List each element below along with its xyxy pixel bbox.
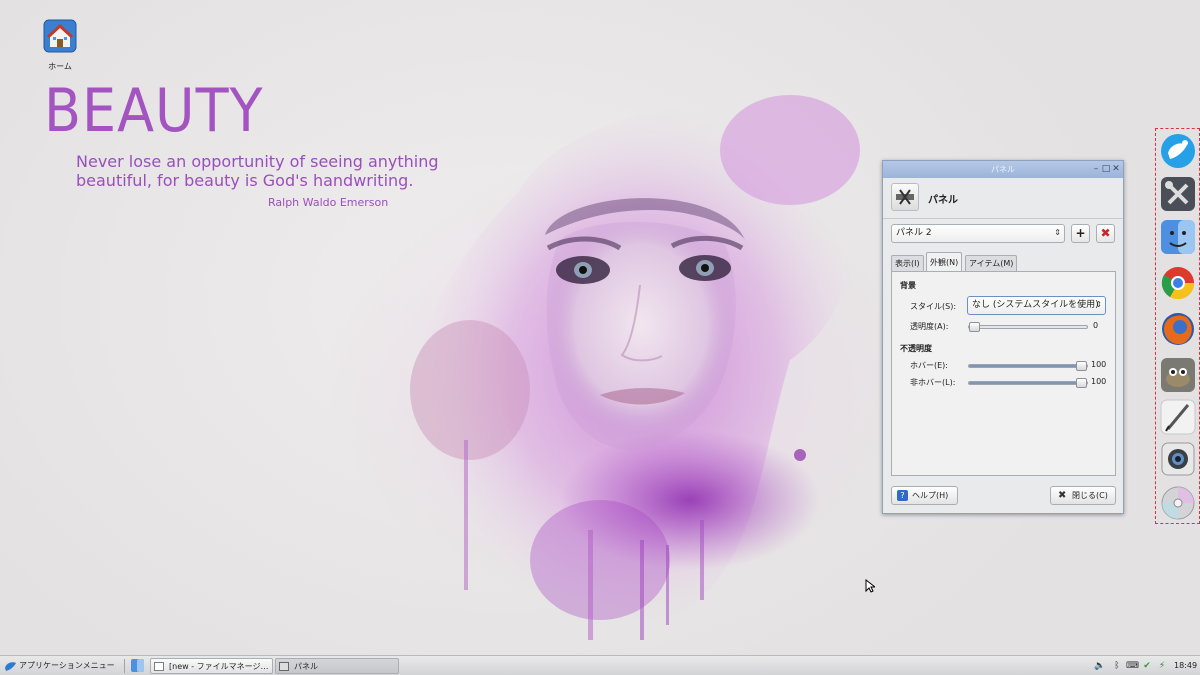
dock-item-settings[interactable]: [1160, 176, 1196, 212]
home-icon-label: ホーム: [48, 62, 72, 71]
transparency-slider-knob[interactable]: [969, 322, 980, 332]
help-button[interactable]: ? ヘルプ(H): [891, 486, 958, 505]
file-manager-launcher[interactable]: [129, 658, 145, 674]
clock[interactable]: 18:49: [1174, 658, 1200, 674]
gimp-icon: [1161, 358, 1195, 392]
disc-icon: [1161, 486, 1195, 520]
help-question-icon: ?: [897, 490, 908, 501]
update-check-icon[interactable]: ✔: [1141, 660, 1153, 672]
bottom-taskbar: アプリケーションメニュー [new - ファイルマネージ… パネル 🔈 ᛒ ⌨ …: [0, 655, 1200, 675]
taskbar-separator: [124, 659, 125, 673]
help-button-label: ヘルプ(H): [912, 491, 949, 500]
close-button-label: 閉じる(C): [1072, 491, 1108, 500]
appearance-tab-page: 背景 スタイル(S): なし (システムスタイルを使用) ⇕ 透明度(A): 0…: [891, 271, 1116, 476]
task-file-manager-label: [new - ファイルマネージ…: [169, 662, 269, 671]
dock-item-firefox[interactable]: [1160, 311, 1196, 347]
panel-preferences-icon: [891, 183, 919, 211]
transparency-label: 透明度(A):: [910, 322, 949, 331]
app-menu-button[interactable]: アプリケーションメニュー: [3, 658, 123, 674]
panel-selector-value: パネル 2: [896, 228, 932, 238]
nonhover-slider-knob[interactable]: [1076, 378, 1087, 388]
dialog-window-title: パネル: [991, 165, 1015, 174]
firefox-icon: [1162, 313, 1194, 345]
keyboard-icon[interactable]: ⌨: [1126, 660, 1139, 672]
tab-display-label: 表示(I): [895, 259, 920, 268]
dock-item-finder[interactable]: [1160, 219, 1196, 255]
nonhover-slider-fill: [969, 382, 1079, 384]
hover-label: ホバー(E):: [910, 361, 948, 370]
transparency-slider[interactable]: [968, 322, 1088, 332]
header-divider: [883, 218, 1123, 219]
remove-panel-button[interactable]: ✖: [1096, 224, 1115, 243]
opacity-section-title: 不透明度: [900, 344, 932, 353]
home-folder-icon: [43, 19, 77, 53]
settings-tools-icon: [1161, 177, 1195, 211]
app-menu-label: アプリケーションメニュー: [19, 661, 115, 670]
close-x-icon: ✖: [1058, 490, 1067, 501]
nonhover-label: 非ホバー(L):: [910, 378, 956, 387]
bluetooth-icon[interactable]: ᛒ: [1111, 660, 1123, 672]
dialog-header: パネル: [891, 183, 1117, 215]
style-label: スタイル(S):: [910, 302, 957, 311]
nonhover-value: 100: [1091, 377, 1107, 386]
dialog-header-title: パネル: [928, 195, 958, 206]
desktop-home-shortcut[interactable]: ホーム: [40, 18, 80, 72]
network-icon[interactable]: ⚡: [1156, 660, 1168, 672]
updown-arrows-icon: ⇕: [1095, 300, 1102, 309]
finder-icon: [1161, 220, 1195, 254]
dock-item-pen[interactable]: [1160, 399, 1196, 435]
nonhover-opacity-slider[interactable]: [968, 378, 1088, 388]
add-panel-button[interactable]: +: [1071, 224, 1090, 243]
xfce-mouse-icon: [1161, 134, 1195, 168]
task-panel-label: パネル: [294, 662, 318, 671]
tab-display[interactable]: 表示(I): [891, 255, 924, 272]
tab-items[interactable]: アイテム(M): [965, 255, 1018, 272]
finder-small-icon: [131, 659, 144, 672]
camera-icon: [1161, 442, 1195, 476]
wallpaper-title: BEAUTY: [44, 76, 264, 146]
dock-item-gimp[interactable]: [1160, 357, 1196, 393]
dialog-titlebar[interactable]: パネル – □ ✕: [883, 161, 1123, 178]
minimize-button[interactable]: –: [1091, 164, 1101, 174]
transparency-value: 0: [1093, 321, 1099, 330]
window-small-icon: [154, 662, 164, 671]
volume-icon[interactable]: 🔈: [1094, 660, 1106, 672]
style-select[interactable]: なし (システムスタイルを使用) ⇕: [967, 296, 1106, 315]
dock-item-camera[interactable]: [1160, 441, 1196, 477]
tab-items-label: アイテム(M): [969, 259, 1014, 268]
dock-item-xfce[interactable]: [1160, 133, 1196, 169]
tab-appearance[interactable]: 外観(N): [926, 252, 963, 272]
quote-line-1: Never lose an opportunity of seeing anyt…: [76, 152, 439, 171]
remove-x-icon: ✖: [1100, 226, 1111, 240]
style-select-value: なし (システムスタイルを使用): [972, 300, 1099, 310]
mouse-cursor-icon: [865, 579, 875, 593]
close-window-button[interactable]: ✕: [1111, 164, 1121, 174]
quote-line-2: beautiful, for beauty is God's handwriti…: [76, 171, 414, 190]
hover-value: 100: [1091, 360, 1107, 369]
task-panel[interactable]: パネル: [275, 658, 399, 674]
maximize-button[interactable]: □: [1101, 164, 1111, 174]
dock-item-disc[interactable]: [1160, 485, 1196, 521]
task-file-manager[interactable]: [new - ファイルマネージ…: [150, 658, 273, 674]
panel-preferences-dialog: パネル – □ ✕ パネル パネル 2 ⇕ + ✖ 表示(I) 外観(N) アイ…: [882, 160, 1124, 514]
chrome-icon: [1161, 267, 1195, 300]
hover-slider-fill: [969, 365, 1079, 367]
updown-arrows-icon: ⇕: [1054, 228, 1061, 237]
xfce-logo-icon: [5, 662, 16, 671]
plus-icon: +: [1075, 226, 1086, 240]
pen-icon: [1160, 399, 1196, 435]
background-section-title: 背景: [900, 281, 916, 290]
dock-item-chrome[interactable]: [1160, 265, 1196, 301]
panel-small-icon: [279, 662, 289, 671]
wallpaper-quote: Never lose an opportunity of seeing anyt…: [76, 152, 496, 190]
hover-opacity-slider[interactable]: [968, 361, 1088, 371]
hover-slider-knob[interactable]: [1076, 361, 1087, 371]
panel-selector[interactable]: パネル 2 ⇕: [891, 224, 1065, 243]
quote-author: Ralph Waldo Emerson: [268, 196, 389, 209]
right-dock-panel: [1155, 128, 1200, 524]
tab-appearance-label: 外観(N): [930, 258, 959, 267]
close-button[interactable]: ✖ 閉じる(C): [1050, 486, 1116, 505]
